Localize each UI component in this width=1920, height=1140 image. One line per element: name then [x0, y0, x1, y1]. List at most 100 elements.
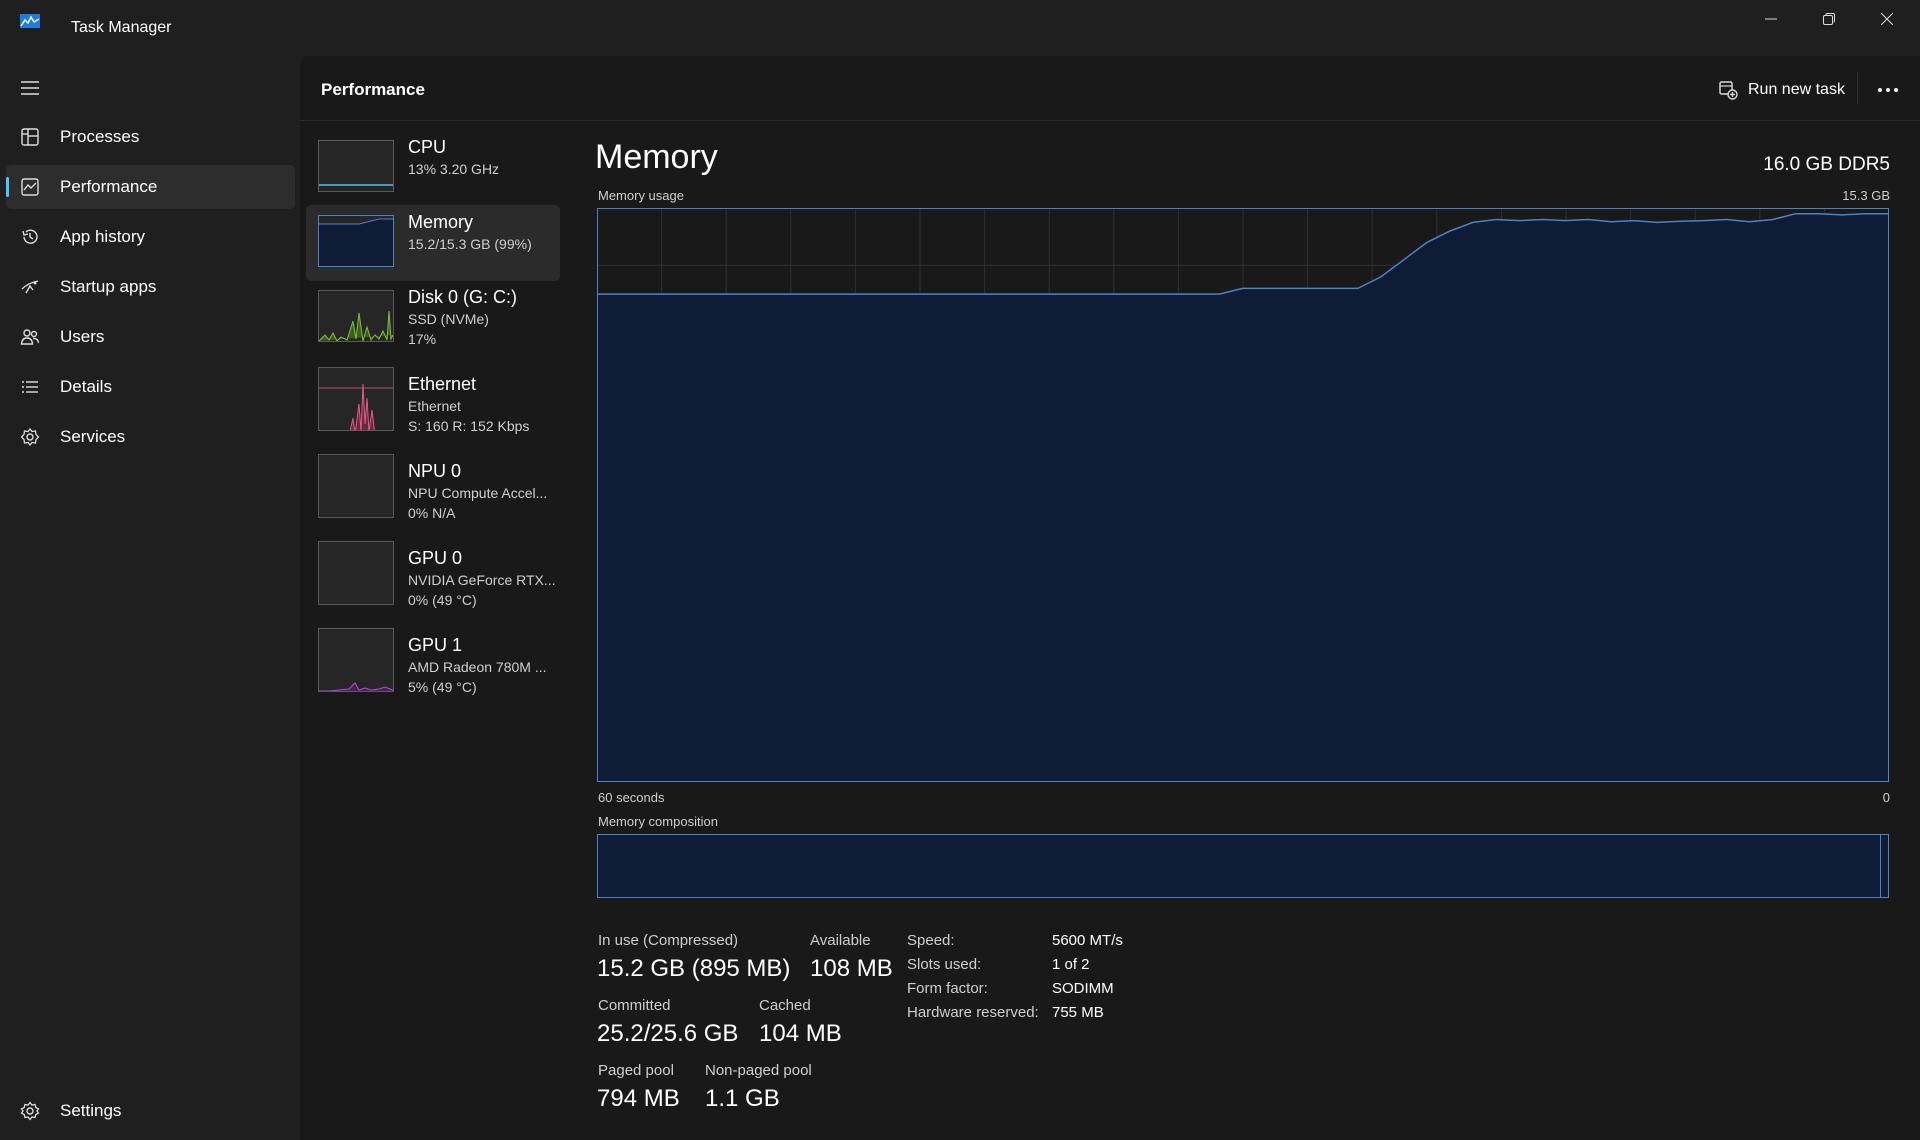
memory-composition-bar — [597, 834, 1889, 898]
run-new-task-button[interactable]: Run new task — [1718, 76, 1845, 104]
run-new-task-label: Run new task — [1748, 81, 1845, 98]
gpu0-thumbnail-graph — [318, 541, 394, 605]
device-subtitle: 13% 3.20 GHz — [408, 161, 500, 177]
ethernet-thumbnail-graph — [318, 367, 394, 431]
hardware-reserved-value: 755 MB — [1052, 1004, 1104, 1021]
close-button[interactable] — [1858, 0, 1916, 38]
sidebar-item-label: Startup apps — [60, 277, 157, 296]
sidebar-item-label: Performance — [60, 177, 158, 196]
available-value: 108 MB — [810, 955, 893, 982]
device-subtitle: NVIDIA GeForce RTX... — [408, 572, 556, 588]
sidebar-item-app-history[interactable]: App history — [6, 215, 295, 259]
more-options-icon[interactable] — [1870, 76, 1906, 104]
device-item-gpu0[interactable]: GPU 0 NVIDIA GeForce RTX... 0% (49 °C) — [306, 541, 560, 617]
task-manager-app-icon — [20, 14, 40, 28]
disk-thumbnail-graph — [318, 290, 394, 342]
gpu1-thumbnail-graph — [318, 628, 394, 692]
sidebar-item-details[interactable]: Details — [6, 365, 295, 409]
minimize-button[interactable] — [1742, 0, 1800, 38]
memory-capacity: 16.0 GB DDR5 — [1763, 154, 1890, 175]
paged-pool-label: Paged pool — [598, 1062, 674, 1079]
sidebar-item-settings[interactable]: Settings — [6, 1089, 295, 1133]
sidebar-item-label: Details — [60, 377, 112, 396]
close-icon — [1881, 13, 1893, 25]
main-header: Performance Run new task — [300, 56, 1920, 121]
device-item-memory[interactable]: Memory 15.2/15.3 GB (99%) — [306, 205, 560, 281]
device-usage: 5% (49 °C) — [408, 679, 477, 695]
sidebar-item-label: Users — [60, 327, 105, 346]
device-name: CPU — [408, 137, 447, 157]
sidebar: Processes Performance App history Startu… — [0, 56, 300, 1140]
memory-heading: Memory — [595, 138, 718, 176]
in-use-value: 15.2 GB (895 MB) — [597, 955, 791, 982]
device-subtitle: Ethernet — [408, 398, 461, 414]
device-item-disk[interactable]: Disk 0 (G: C:) SSD (NVMe) 17% — [306, 280, 560, 356]
device-throughput: S: 160 R: 152 Kbps — [408, 418, 530, 434]
device-name: GPU 1 — [408, 635, 463, 655]
device-usage: 17% — [408, 331, 437, 347]
time-axis-left-label: 60 seconds — [598, 790, 665, 805]
run-new-task-icon — [1719, 81, 1738, 100]
sidebar-item-label: App history — [60, 227, 146, 246]
form-factor-value: SODIMM — [1052, 980, 1114, 997]
device-name: Memory — [408, 212, 474, 232]
title-bar: Task Manager — [0, 0, 1920, 56]
slots-used-value: 1 of 2 — [1052, 956, 1090, 973]
device-item-npu[interactable]: NPU 0 NPU Compute Accel... 0% N/A — [306, 454, 560, 530]
paged-pool-value: 794 MB — [597, 1085, 680, 1112]
device-usage: 0% N/A — [408, 505, 456, 521]
startup-apps-icon — [21, 280, 39, 294]
hamburger-menu-icon[interactable] — [20, 80, 40, 96]
device-item-cpu[interactable]: CPU 13% 3.20 GHz — [306, 130, 560, 206]
sidebar-item-users[interactable]: Users — [6, 315, 295, 359]
minimize-icon — [1765, 18, 1777, 20]
settings-gear-icon — [20, 1101, 40, 1121]
slots-used-key: Slots used: — [907, 956, 982, 973]
device-usage: 0% (49 °C) — [408, 592, 477, 608]
in-use-label: In use (Compressed) — [598, 932, 739, 949]
sidebar-item-processes[interactable]: Processes — [6, 115, 295, 159]
device-subtitle: AMD Radeon 780M ... — [408, 659, 547, 675]
memory-usage-max: 15.3 GB — [1842, 188, 1890, 203]
sidebar-item-startup-apps[interactable]: Startup apps — [6, 265, 295, 309]
sidebar-item-label: Processes — [60, 127, 140, 146]
memory-usage-area — [597, 213, 1888, 782]
sidebar-item-performance[interactable]: Performance — [6, 165, 295, 209]
available-label: Available — [810, 932, 871, 949]
main-panel: Performance Run new task CPU 13% 3.20 GH… — [300, 56, 1920, 1140]
cached-value: 104 MB — [759, 1020, 842, 1047]
non-paged-pool-value: 1.1 GB — [705, 1085, 780, 1112]
device-subtitle: SSD (NVMe) — [408, 311, 489, 327]
cpu-thumbnail-graph — [318, 140, 394, 192]
device-item-ethernet[interactable]: Ethernet Ethernet S: 160 R: 152 Kbps — [306, 367, 560, 443]
committed-label: Committed — [598, 997, 671, 1014]
performance-icon — [21, 178, 39, 196]
sidebar-item-services[interactable]: Services — [6, 415, 295, 459]
speed-key: Speed: — [907, 932, 955, 949]
app-title: Task Manager — [71, 19, 172, 36]
device-item-gpu1[interactable]: GPU 1 AMD Radeon 780M ... 5% (49 °C) — [306, 628, 560, 704]
non-paged-pool-label: Non-paged pool — [705, 1062, 812, 1079]
device-name: Disk 0 (G: C:) — [408, 287, 518, 307]
restore-button[interactable] — [1800, 0, 1858, 38]
device-name: GPU 0 — [408, 548, 463, 568]
details-icon — [22, 381, 38, 393]
app-history-icon — [22, 229, 38, 244]
speed-value: 5600 MT/s — [1052, 932, 1123, 949]
device-subtitle: NPU Compute Accel... — [408, 485, 548, 501]
committed-value: 25.2/25.6 GB — [597, 1020, 739, 1047]
settings-label: Settings — [60, 1101, 122, 1120]
memory-usage-graph — [597, 208, 1889, 782]
npu-thumbnail-graph — [318, 454, 394, 518]
form-factor-key: Form factor: — [907, 980, 988, 997]
processes-icon — [21, 128, 39, 146]
users-icon — [20, 329, 40, 345]
device-name: NPU 0 — [408, 461, 462, 481]
sidebar-item-label: Services — [60, 427, 126, 446]
services-icon — [20, 427, 40, 447]
memory-thumbnail-graph — [318, 215, 394, 267]
memory-usage-label: Memory usage — [598, 188, 684, 203]
time-axis-right-label: 0 — [1882, 790, 1890, 805]
active-indicator — [6, 177, 9, 197]
memory-composition-label: Memory composition — [598, 814, 718, 829]
